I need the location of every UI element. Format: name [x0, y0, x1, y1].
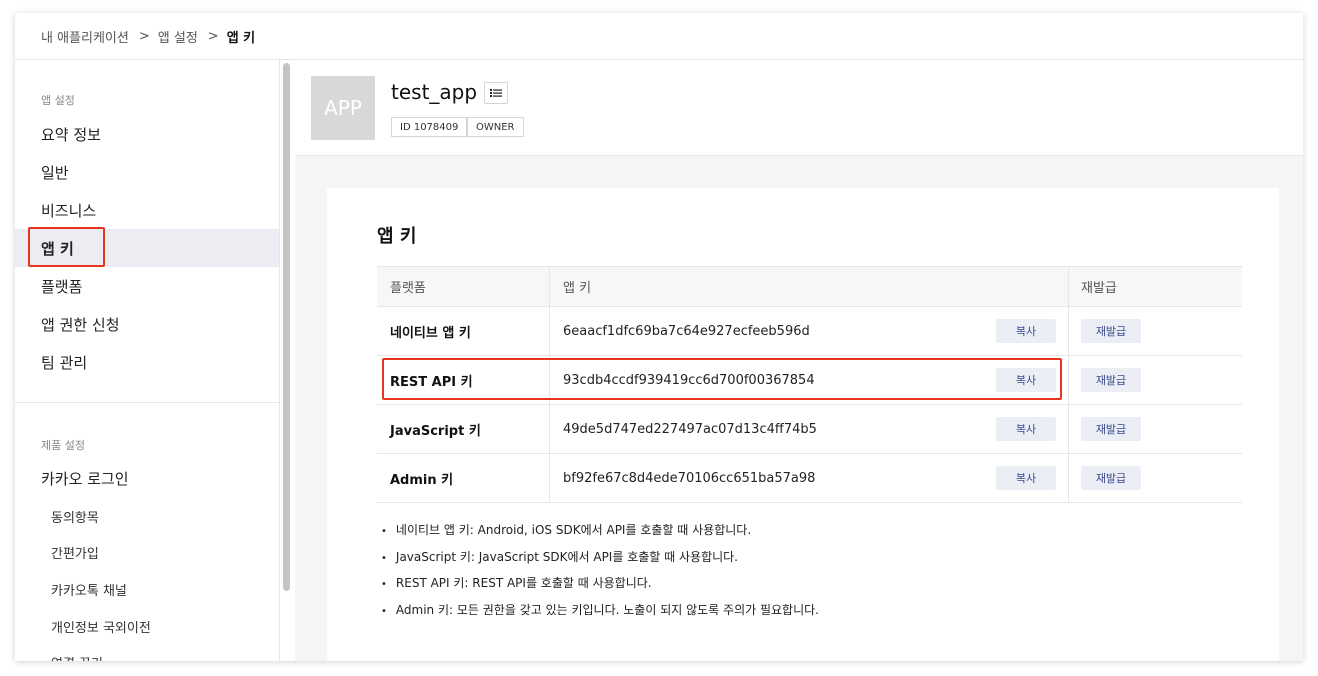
app-keys-card: 앱 키 플랫폼 앱 키 재발급 네이티브 앱 키 6eaacf1dfc69ba7… — [327, 188, 1279, 661]
sidebar-item-kakao-login[interactable]: 카카오 로그인 — [15, 459, 279, 497]
copy-button[interactable]: 복사 — [996, 368, 1056, 392]
key-cell: 93cdb4ccdf939419cc6d700f00367854 복사 — [550, 356, 1069, 404]
platform-cell: JavaScript 키 — [377, 405, 550, 453]
column-header-platform: 플랫폼 — [377, 267, 550, 306]
reissue-button[interactable]: 재발급 — [1081, 368, 1141, 392]
app-role-tag: OWNER — [467, 117, 524, 137]
app-id-tag: ID 1078409 — [391, 117, 468, 137]
reissue-cell: 재발급 — [1069, 405, 1242, 453]
list-icon — [490, 89, 502, 97]
sidebar-item-team[interactable]: 팀 관리 — [15, 343, 279, 381]
table-row: Admin 키 bf92fe67c8d4ede70106cc651ba57a98… — [377, 454, 1242, 503]
breadcrumb-app-settings[interactable]: 앱 설정 — [158, 27, 198, 46]
sidebar-item-app-permission[interactable]: 앱 권한 신청 — [15, 305, 279, 343]
reissue-cell: 재발급 — [1069, 307, 1242, 355]
platform-cell: 네이티브 앱 키 — [377, 307, 550, 355]
app-header: APP test_app ID 1078409 OWNER — [295, 60, 1303, 156]
column-header-reissue: 재발급 — [1081, 281, 1117, 296]
app-keys-table: 플랫폼 앱 키 재발급 네이티브 앱 키 6eaacf1dfc69ba7c64e… — [377, 266, 1242, 503]
app-window: 내 애플리케이션 > 앱 설정 > 앱 키 앱 설정 요약 정보 일반 비즈니스… — [15, 13, 1303, 661]
sidebar: 앱 설정 요약 정보 일반 비즈니스 앱 키 플랫폼 앱 권한 신청 팀 관리 … — [15, 60, 280, 661]
table-row: REST API 키 93cdb4ccdf939419cc6d700f00367… — [377, 356, 1242, 405]
sidebar-subitem-unlink[interactable]: 연결 끊기 — [15, 644, 279, 662]
app-key-value: bf92fe67c8d4ede70106cc651ba57a98 — [563, 470, 816, 486]
app-key-value: 49de5d747ed227497ac07d13c4ff74b5 — [563, 421, 817, 437]
sidebar-item-business[interactable]: 비즈니스 — [15, 191, 279, 229]
section-title: 앱 키 — [377, 226, 417, 247]
table-header: 플랫폼 앱 키 재발급 — [377, 266, 1242, 307]
sidebar-subitem-simple-signup[interactable]: 간편가입 — [15, 534, 279, 570]
reissue-cell: 재발급 — [1069, 356, 1242, 404]
reissue-cell: 재발급 — [1069, 454, 1242, 502]
column-header-app-key: 앱 키 — [550, 267, 1069, 306]
reissue-button[interactable]: 재발급 — [1081, 466, 1141, 490]
key-cell: bf92fe67c8d4ede70106cc651ba57a98 복사 — [550, 454, 1069, 502]
sidebar-item-app-keys[interactable]: 앱 키 — [15, 229, 279, 267]
breadcrumb-separator: > — [207, 28, 219, 44]
app-key-value: 6eaacf1dfc69ba7c64e927ecfeeb596d — [563, 323, 810, 339]
sidebar-subitem-kakaotalk-channel[interactable]: 카카오톡 채널 — [15, 571, 279, 607]
app-thumbnail: APP — [311, 76, 375, 140]
copy-button[interactable]: 복사 — [996, 466, 1056, 490]
sidebar-subitem-consent[interactable]: 동의항목 — [15, 498, 279, 534]
note-item: Admin 키: 모든 권한을 갖고 있는 키입니다. 노출이 되지 않도록 주… — [381, 598, 819, 625]
platform-cell: REST API 키 — [377, 356, 550, 404]
note-item: JavaScript 키: JavaScript SDK에서 API를 호출할 … — [381, 545, 819, 572]
sidebar-section-product-settings: 제품 설정 — [41, 439, 85, 452]
main-content: APP test_app ID 1078409 OWNER 앱 키 플랫폼 앱 … — [295, 60, 1303, 661]
app-key-value: 93cdb4ccdf939419cc6d700f00367854 — [563, 372, 815, 388]
platform-cell: Admin 키 — [377, 454, 550, 502]
note-item: 네이티브 앱 키: Android, iOS SDK에서 API를 호출할 때 … — [381, 518, 819, 545]
sidebar-divider — [15, 402, 279, 403]
app-name: test_app — [391, 80, 478, 104]
reissue-button[interactable]: 재발급 — [1081, 319, 1141, 343]
breadcrumb-my-apps[interactable]: 내 애플리케이션 — [41, 27, 129, 46]
breadcrumb-app-keys: 앱 키 — [226, 30, 256, 46]
key-cell: 6eaacf1dfc69ba7c64e927ecfeeb596d 복사 — [550, 307, 1069, 355]
key-usage-notes: 네이티브 앱 키: Android, iOS SDK에서 API를 호출할 때 … — [381, 518, 819, 624]
sidebar-item-summary[interactable]: 요약 정보 — [15, 115, 279, 153]
app-menu-button[interactable] — [484, 82, 508, 104]
breadcrumb-separator: > — [138, 28, 150, 44]
table-row: JavaScript 키 49de5d747ed227497ac07d13c4f… — [377, 405, 1242, 454]
copy-button[interactable]: 복사 — [996, 417, 1056, 441]
note-item: REST API 키: REST API를 호출할 때 사용합니다. — [381, 571, 819, 598]
table-row: 네이티브 앱 키 6eaacf1dfc69ba7c64e927ecfeeb596… — [377, 307, 1242, 356]
sidebar-scrollbar[interactable] — [283, 63, 290, 591]
copy-button[interactable]: 복사 — [996, 319, 1056, 343]
breadcrumb: 내 애플리케이션 > 앱 설정 > 앱 키 — [15, 13, 1303, 60]
sidebar-section-app-settings: 앱 설정 — [41, 94, 75, 107]
reissue-button[interactable]: 재발급 — [1081, 417, 1141, 441]
sidebar-item-general[interactable]: 일반 — [15, 153, 279, 191]
sidebar-item-platform[interactable]: 플랫폼 — [15, 267, 279, 305]
sidebar-subitem-privacy-transfer[interactable]: 개인정보 국외이전 — [15, 608, 279, 644]
key-cell: 49de5d747ed227497ac07d13c4ff74b5 복사 — [550, 405, 1069, 453]
